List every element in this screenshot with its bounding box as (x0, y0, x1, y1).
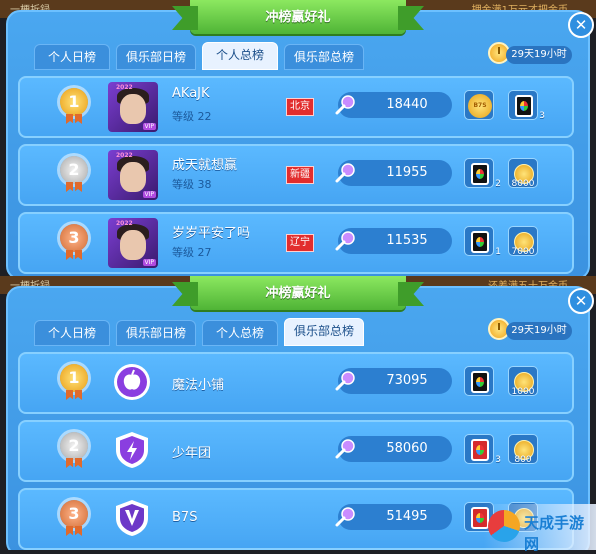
score-value: 18440 (386, 97, 428, 112)
apple-icon (114, 364, 150, 400)
table-row[interactable]: 1 2022 VIP AKaJK 等级 22 北京 18440 B7S 3 (18, 76, 574, 138)
score-value: 11955 (386, 165, 428, 180)
player-level: 等级 22 (172, 110, 212, 123)
b7s-badge-icon: B7S (468, 94, 492, 118)
banner-title: 冲榜赢好礼 (265, 286, 331, 301)
microphone-icon (335, 507, 355, 527)
banner-ribbon: 冲榜赢好礼 (190, 0, 406, 34)
microphone-icon (335, 231, 355, 251)
prize-card: 3 (508, 90, 545, 121)
city-badge: 辽宁 (286, 234, 314, 252)
score-pill: 73095 (335, 368, 452, 394)
player-level: 等级 27 (172, 246, 212, 259)
leaderboard-panel-personal: 一梗折録 押金满1万元才把金币 冲榜赢好礼 ✕ 个人日榜 俱乐部日榜 个人总榜 … (0, 0, 596, 276)
club-name: 魔法小铺 (172, 378, 225, 393)
score-value: 73095 (386, 373, 428, 388)
score-value: 51495 (386, 509, 428, 524)
microphone-icon (335, 439, 355, 459)
club-name: 少年团 (172, 446, 212, 461)
banner-ribbon: 冲榜赢好礼 (190, 276, 406, 310)
prize-amount: 7000 (511, 247, 535, 257)
lightning-shield-icon (116, 432, 148, 468)
table-row[interactable]: 2 2022 VIP 成天就想赢 等级 38 新疆 11955 2 8000 (18, 144, 574, 206)
tab-club-total[interactable]: 俱乐部总榜 (284, 318, 364, 346)
score-value: 58060 (386, 441, 428, 456)
score-pill: 51495 (335, 504, 452, 530)
tab-personal-total[interactable]: 个人总榜 (202, 320, 278, 346)
prize-amount: 1000 (511, 387, 535, 397)
prize-badge: B7S (464, 90, 494, 120)
banner-title: 冲榜赢好礼 (265, 10, 331, 25)
countdown-timer: 29天19小时 (488, 318, 574, 342)
score-pill: 58060 (335, 436, 452, 462)
city-badge: 新疆 (286, 166, 314, 184)
card-icon (471, 231, 489, 253)
avatar: 2022 VIP (108, 150, 158, 200)
score-pill: 11955 (335, 160, 452, 186)
player-name: AKaJK (172, 86, 210, 101)
bronze-medal-icon: 3 (60, 500, 88, 528)
close-button[interactable]: ✕ (568, 12, 594, 38)
card-icon (471, 439, 489, 461)
silver-medal-icon: 2 (60, 156, 88, 184)
bronze-medal-icon: 3 (60, 224, 88, 252)
microphone-icon (335, 163, 355, 183)
prize-count: 3 (539, 111, 545, 121)
site-watermark: 天成手游网 (484, 504, 596, 553)
countdown-text: 29天19小时 (506, 46, 572, 64)
score-pill: 11535 (335, 228, 452, 254)
card-icon (471, 371, 489, 393)
microphone-icon (335, 371, 355, 391)
gold-medal-icon: 1 (60, 364, 88, 392)
tab-personal-daily[interactable]: 个人日榜 (34, 320, 110, 346)
countdown-timer: 29天19小时 (488, 42, 574, 66)
watermark-text: 天成手游网 (524, 514, 585, 553)
prize-coin: 1000 (508, 366, 538, 397)
prize-card: 1 (464, 226, 501, 257)
close-button[interactable]: ✕ (568, 288, 594, 314)
countdown-text: 29天19小时 (506, 322, 572, 340)
prize-count: 1 (495, 247, 501, 257)
prize-count: 2 (495, 179, 501, 189)
tab-personal-total[interactable]: 个人总榜 (202, 42, 278, 70)
table-row[interactable]: 1 魔法小铺 73095 1000 (18, 352, 574, 414)
site-logo-icon (488, 510, 520, 542)
table-row[interactable]: 3 2022 VIP 岁岁平安了吗 等级 27 辽宁 11535 1 7000 (18, 212, 574, 274)
prize-amount: 8000 (511, 179, 535, 189)
silver-medal-icon: 2 (60, 432, 88, 460)
tab-club-daily[interactable]: 俱乐部日榜 (116, 44, 196, 70)
card-icon (471, 163, 489, 185)
prize-coin: 8000 (508, 158, 538, 189)
tab-club-daily[interactable]: 俱乐部日榜 (116, 320, 196, 346)
card-icon (515, 95, 533, 117)
prize-card: 2 (464, 158, 501, 189)
avatar: 2022 VIP (108, 218, 158, 268)
v-shield-icon (116, 500, 148, 536)
prize-amount: 800 (514, 455, 532, 465)
score-pill: 18440 (335, 92, 452, 118)
prize-coin: 7000 (508, 226, 538, 257)
table-row[interactable]: 2 少年团 58060 3 800 (18, 420, 574, 482)
tab-personal-daily[interactable]: 个人日榜 (34, 44, 110, 70)
prize-card (464, 366, 494, 396)
avatar: 2022 VIP (108, 82, 158, 132)
tab-club-total[interactable]: 俱乐部总榜 (284, 44, 364, 70)
score-value: 11535 (386, 233, 428, 248)
player-name: 岁岁平安了吗 (172, 226, 251, 241)
city-badge: 北京 (286, 98, 314, 116)
prize-card: 3 (464, 434, 501, 465)
prize-coin: 800 (508, 434, 538, 465)
prize-count: 3 (495, 455, 501, 465)
gold-medal-icon: 1 (60, 88, 88, 116)
club-name: B7S (172, 510, 198, 525)
microphone-icon (335, 95, 355, 115)
player-name: 成天就想赢 (172, 158, 238, 173)
player-level: 等级 38 (172, 178, 212, 191)
